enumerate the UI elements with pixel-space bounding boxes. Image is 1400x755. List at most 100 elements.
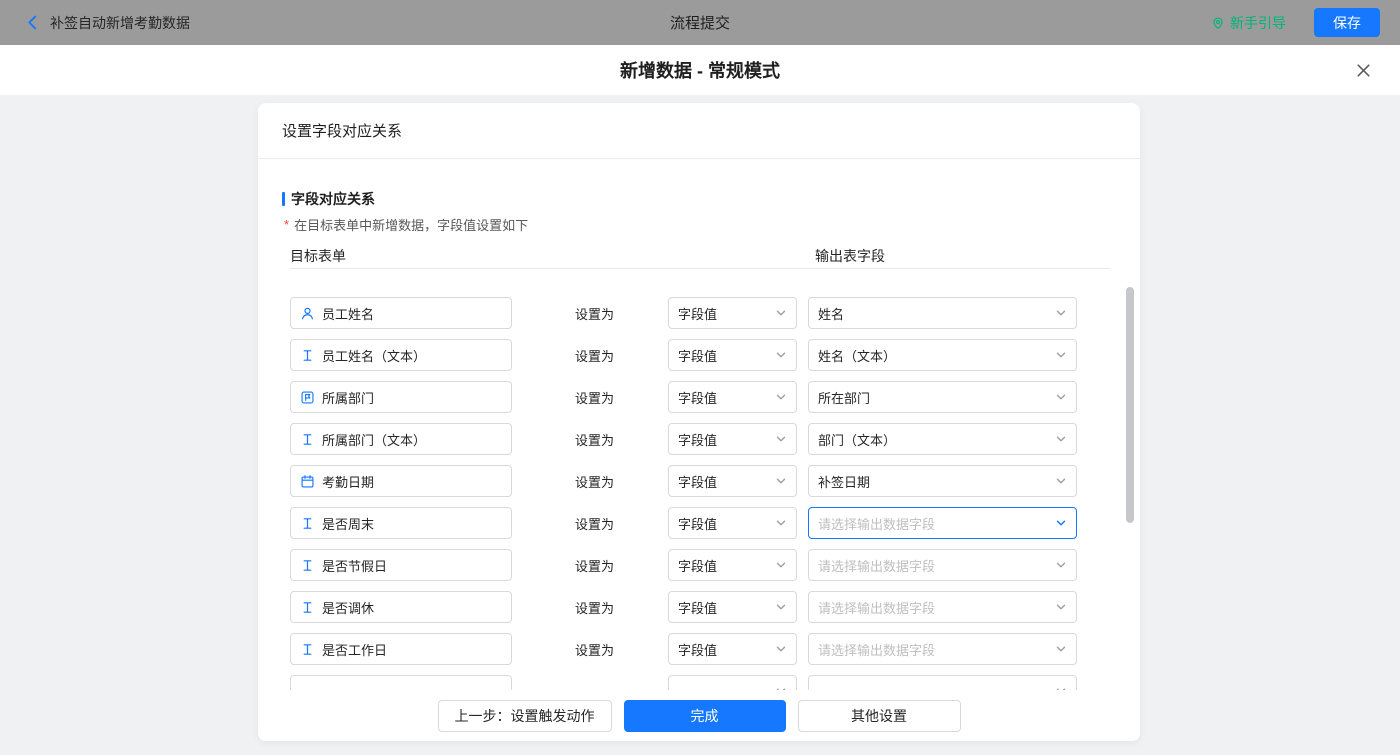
other-settings-button[interactable]: 其他设置 [798, 700, 961, 732]
card-header-title: 设置字段对应关系 [258, 103, 1140, 159]
value-type-select[interactable]: 字段值 [668, 549, 797, 581]
output-field-value: 请选择输出数据字段 [818, 514, 935, 533]
field-mapping-row: 是否调休 设置为 字段值 请选择输出数据字段 [290, 591, 1140, 623]
chevron-down-icon [775, 517, 787, 529]
target-field-box: 是否节假日 [290, 549, 512, 581]
target-field-box: 是否周末 [290, 507, 512, 539]
section-note: * 在目标表单中新增数据，字段值设置如下 [284, 215, 528, 234]
chevron-down-icon [775, 391, 787, 403]
set-as-label: 设置为 [575, 640, 616, 659]
set-as-label: 设置为 [575, 304, 616, 323]
target-field-label: 所属部门 [322, 388, 374, 407]
card-footer: 上一步：设置触发动作 完成 其他设置 [258, 690, 1140, 741]
output-field-select[interactable] [808, 675, 1077, 690]
value-type-selected: 字段值 [678, 556, 717, 575]
field-mapping-row: 是否节假日 设置为 字段值 请选择输出数据字段 [290, 549, 1140, 581]
chevron-down-icon [1055, 307, 1067, 319]
close-icon[interactable] [1352, 59, 1374, 81]
target-field-box: 员工姓名（文本） [290, 339, 512, 371]
text-icon [300, 348, 315, 363]
chevron-down-icon [775, 559, 787, 571]
set-as-label: 设置为 [575, 430, 616, 449]
value-type-selected: 字段值 [678, 346, 717, 365]
target-field-label: 是否节假日 [322, 556, 387, 575]
output-field-select[interactable]: 补签日期 [808, 465, 1077, 497]
modal-body: 设置字段对应关系 字段对应关系 * 在目标表单中新增数据，字段值设置如下 目标表… [0, 95, 1400, 755]
prev-step-button[interactable]: 上一步：设置触发动作 [438, 700, 612, 732]
field-mapping-row: 所属部门 设置为 字段值 所在部门 [290, 381, 1140, 413]
chevron-down-icon [775, 433, 787, 445]
beginner-guide-link[interactable]: 新手引导 [1211, 13, 1286, 33]
save-button[interactable]: 保存 [1314, 8, 1380, 37]
target-field-label: 员工姓名 [322, 304, 374, 323]
chevron-down-icon [775, 349, 787, 361]
section-note-text: 在目标表单中新增数据，字段值设置如下 [294, 215, 528, 234]
field-mapping-row: 考勤日期 设置为 字段值 补签日期 [290, 465, 1140, 497]
value-type-select[interactable]: 字段值 [668, 507, 797, 539]
target-field-label: 是否调休 [322, 598, 374, 617]
text-icon [300, 600, 315, 615]
field-mapping-rows: 员工姓名 设置为 字段值 姓名 员工姓名（文本） 设置为 字段值 姓名（文本） [258, 283, 1140, 690]
chevron-down-icon [1055, 643, 1067, 655]
value-type-selected: 字段值 [678, 598, 717, 617]
value-type-select[interactable]: 字段值 [668, 339, 797, 371]
field-mapping-row: 是否周末 设置为 字段值 请选择输出数据字段 [290, 507, 1140, 539]
calendar-icon [300, 474, 315, 489]
target-field-box: 所属部门（文本） [290, 423, 512, 455]
target-field-box [290, 675, 512, 690]
section-accent-bar [282, 192, 285, 206]
chevron-down-icon [1055, 349, 1067, 361]
set-as-label: 设置为 [575, 556, 616, 575]
text-icon [300, 642, 315, 657]
field-mapping-row: 是否工作日 设置为 字段值 请选择输出数据字段 [290, 633, 1140, 665]
scrollbar-thumb[interactable] [1126, 287, 1134, 523]
column-header-divider [290, 268, 1110, 269]
output-field-select[interactable]: 请选择输出数据字段 [808, 549, 1077, 581]
topbar-actions: 新手引导 保存 [1211, 0, 1380, 45]
set-as-label: 设置为 [575, 598, 616, 617]
column-header-output-field: 输出表字段 [815, 246, 885, 266]
process-submit-title: 流程提交 [0, 0, 1400, 45]
value-type-select[interactable]: 字段值 [668, 633, 797, 665]
text-icon [300, 516, 315, 531]
chevron-down-icon [775, 601, 787, 613]
value-type-select[interactable] [668, 675, 797, 690]
value-type-select[interactable]: 字段值 [668, 423, 797, 455]
output-field-select[interactable]: 所在部门 [808, 381, 1077, 413]
value-type-select[interactable]: 字段值 [668, 591, 797, 623]
output-field-value: 所在部门 [818, 388, 870, 407]
value-type-select[interactable]: 字段值 [668, 297, 797, 329]
section-title-label: 字段对应关系 [291, 189, 375, 209]
set-as-label: 设置为 [575, 514, 616, 533]
location-pin-icon [1211, 16, 1225, 30]
value-type-selected: 字段值 [678, 388, 717, 407]
chevron-down-icon [775, 475, 787, 487]
done-button[interactable]: 完成 [624, 700, 786, 732]
value-type-selected: 字段值 [678, 640, 717, 659]
target-field-box: 员工姓名 [290, 297, 512, 329]
field-mapping-row: 所属部门（文本） 设置为 字段值 部门（文本） [290, 423, 1140, 455]
beginner-guide-label: 新手引导 [1230, 13, 1286, 33]
output-field-select[interactable]: 姓名（文本） [808, 339, 1077, 371]
output-field-select[interactable]: 请选择输出数据字段 [808, 507, 1077, 539]
person-icon [300, 306, 315, 321]
field-mapping-card: 设置字段对应关系 字段对应关系 * 在目标表单中新增数据，字段值设置如下 目标表… [258, 103, 1140, 741]
value-type-select[interactable]: 字段值 [668, 381, 797, 413]
target-field-box: 是否调休 [290, 591, 512, 623]
output-field-select[interactable]: 姓名 [808, 297, 1077, 329]
value-type-selected: 字段值 [678, 304, 717, 323]
output-field-select[interactable]: 请选择输出数据字段 [808, 633, 1077, 665]
chevron-down-icon [1055, 391, 1067, 403]
topbar: 补签自动新增考勤数据 流程提交 新手引导 保存 [0, 0, 1400, 45]
output-field-value: 补签日期 [818, 472, 870, 491]
vertical-scrollbar [1126, 287, 1134, 687]
field-mapping-row: 员工姓名 设置为 字段值 姓名 [290, 297, 1140, 329]
chevron-down-icon [1055, 517, 1067, 529]
value-type-selected: 字段值 [678, 472, 717, 491]
output-field-value: 请选择输出数据字段 [818, 556, 935, 575]
output-field-select[interactable]: 部门（文本） [808, 423, 1077, 455]
value-type-select[interactable]: 字段值 [668, 465, 797, 497]
output-field-select[interactable]: 请选择输出数据字段 [808, 591, 1077, 623]
output-field-value: 姓名 [818, 304, 844, 323]
chevron-down-icon [1055, 475, 1067, 487]
